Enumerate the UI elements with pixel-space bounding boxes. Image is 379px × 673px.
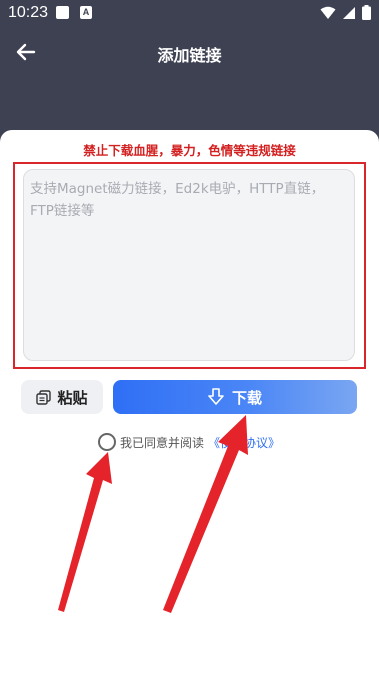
status-icons [320, 5, 371, 20]
download-label: 下载 [231, 388, 262, 407]
agreement-row: 我已同意并阅读 《使用协议》 [98, 431, 280, 453]
warning-text: 禁止下载血腥，暴力，色情等违规链接 [83, 143, 296, 158]
terms-link[interactable]: 《使用协议》 [208, 434, 280, 451]
notification-square-icon [56, 6, 69, 19]
battery-icon [362, 5, 371, 20]
page-title: 添加链接 [157, 46, 222, 65]
signal-icon [343, 6, 355, 19]
link-form-sheet: 禁止下载血腥，暴力，色情等违规链接 支持Magnet磁力链接，Ed2k电驴，HT… [0, 130, 379, 673]
wifi-icon [320, 6, 336, 19]
app-header: 添加链接 [0, 28, 379, 78]
download-icon [208, 388, 224, 405]
link-input[interactable]: 支持Magnet磁力链接，Ed2k电驴，HTTP直链，FTP链接等 [23, 169, 355, 361]
status-time: 10:23 [8, 4, 49, 21]
agreement-radio[interactable] [98, 433, 116, 451]
paste-icon [36, 389, 52, 405]
download-button[interactable]: 下载 [113, 380, 357, 414]
notification-a-icon: A [80, 6, 92, 19]
agreement-text: 我已同意并阅读 [120, 435, 205, 450]
input-highlight-frame: 支持Magnet磁力链接，Ed2k电驴，HTTP直链，FTP链接等 [13, 162, 366, 369]
status-bar: 10:23 A [0, 0, 379, 28]
paste-label: 粘贴 [57, 388, 88, 407]
link-input-placeholder: 支持Magnet磁力链接，Ed2k电驴，HTTP直链，FTP链接等 [30, 181, 325, 219]
paste-button[interactable]: 粘贴 [21, 380, 103, 414]
